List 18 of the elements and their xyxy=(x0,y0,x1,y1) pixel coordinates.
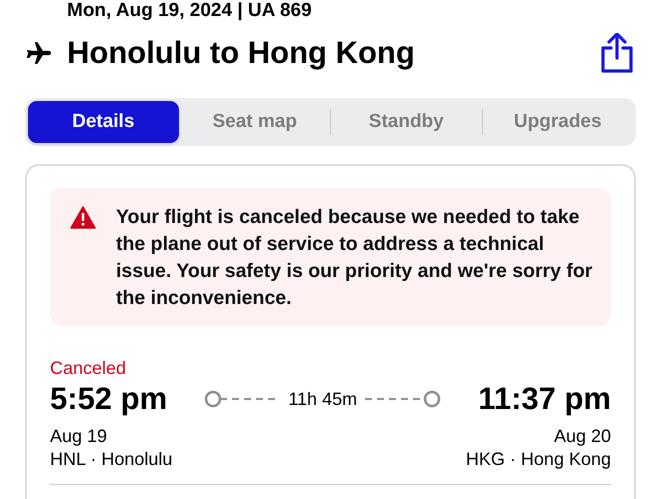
airplane-icon xyxy=(25,42,51,64)
arrival-airport: HKG · Hong Kong xyxy=(466,448,611,471)
flight-status: Canceled xyxy=(50,358,128,379)
flight-duration: 11h 45m xyxy=(288,388,358,410)
share-icon[interactable] xyxy=(600,33,634,73)
tab[interactable]: Standby xyxy=(331,101,482,143)
departure-date: Aug 19 xyxy=(50,425,108,448)
tab[interactable]: Upgrades xyxy=(482,101,633,143)
arrival-date: Aug 20 xyxy=(552,425,611,448)
flight-date-number: Mon, Aug 19, 2024 | UA 869 xyxy=(67,0,313,22)
arrival-time: 11:37 pm xyxy=(478,381,611,417)
alert-message: Your flight is canceled because we needed to take the plane out of service to address a technical issue. Your safety is our priority and we're sorry for the inconvenience. xyxy=(116,205,593,311)
departure-time: 5:52 pm xyxy=(50,381,168,417)
tab[interactable]: Details xyxy=(28,101,178,143)
warning-icon xyxy=(70,206,96,229)
tab[interactable]: Seat map xyxy=(180,101,330,143)
route-title: Honolulu to Hong Kong xyxy=(67,35,416,71)
departure-airport: HNL · Honolulu xyxy=(50,448,172,471)
